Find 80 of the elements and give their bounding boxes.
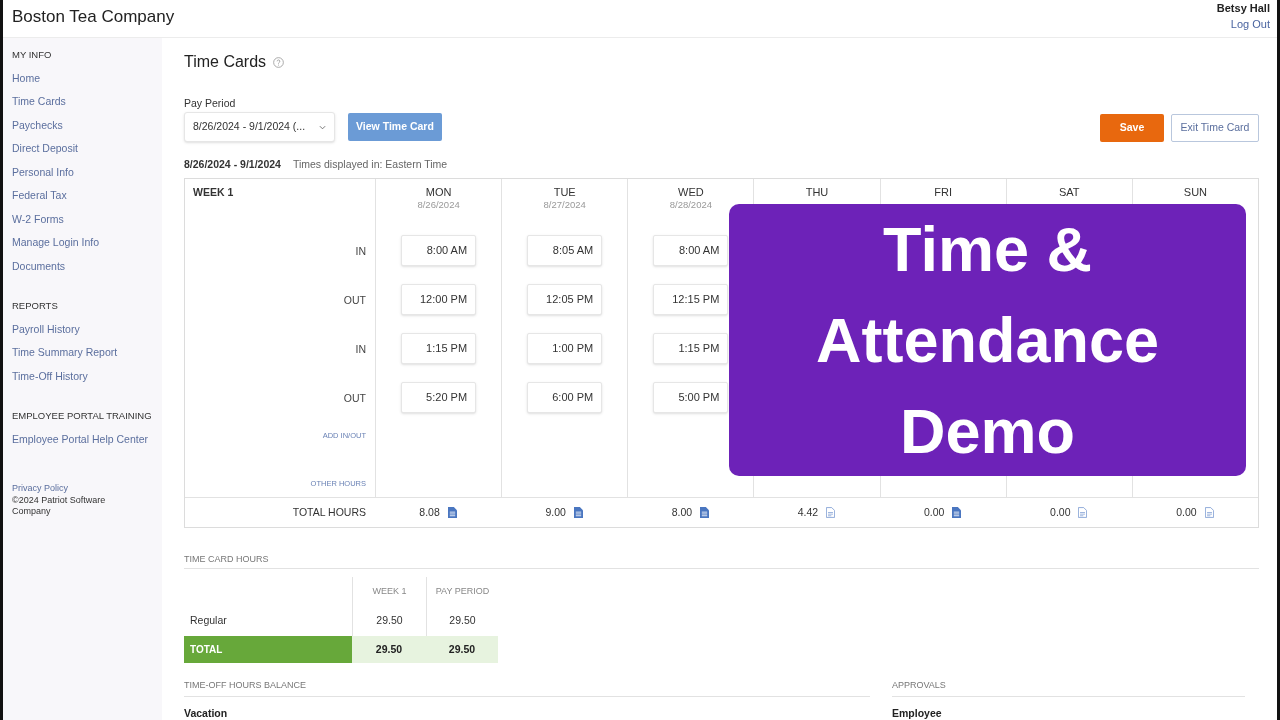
section-heading: EMPLOYEE PORTAL TRAINING	[12, 409, 152, 423]
hours-value: 29.50	[376, 613, 403, 629]
row-label: Regular	[190, 613, 227, 629]
week-label: WEEK 1	[193, 186, 234, 199]
time-field[interactable]: 8:00 AM	[653, 235, 729, 266]
day-total: 8.00	[671, 504, 693, 520]
day-date: 8/26/2024	[417, 199, 460, 211]
column-header: PAY PERIOD	[435, 584, 490, 598]
time-field[interactable]: 12:00 PM	[401, 284, 477, 315]
chevron-down-icon	[319, 124, 326, 130]
section-heading: REPORTS	[12, 299, 58, 313]
exit-time-card-button[interactable]: Exit Time Card	[1171, 114, 1259, 142]
day-date: 8/28/2024	[669, 199, 712, 211]
time-field[interactable]: 1:00 PM	[527, 333, 603, 364]
sidebar-link[interactable]: Direct Deposit	[12, 137, 78, 161]
day-total: 0.00	[1050, 504, 1071, 520]
total-row-label: TOTAL	[184, 636, 352, 663]
time-field[interactable]: 5:20 PM	[401, 382, 477, 413]
row-label: OUT	[343, 391, 366, 407]
day-name: THU	[805, 186, 829, 199]
day-name: MON	[425, 186, 452, 199]
sidebar-link[interactable]: Documents	[12, 254, 66, 278]
sidebar-link[interactable]: W-2 Forms	[12, 207, 64, 231]
date-range: 8/26/2024 - 9/1/2024	[184, 157, 281, 173]
day-name: SAT	[1059, 186, 1080, 199]
overlay-title: Time & Attendance Demo	[814, 212, 1161, 468]
section-heading: MY INFO	[12, 48, 52, 62]
time-field[interactable]: 8:00 AM	[401, 235, 477, 266]
hours-value: 29.50	[449, 613, 476, 629]
pay-period-select[interactable]: 8/26/2024 - 9/1/2024 (...	[184, 112, 335, 142]
page-title: Time Cards	[184, 52, 267, 72]
day-name: FRI	[934, 186, 952, 199]
time-field[interactable]: 12:15 PM	[653, 284, 729, 315]
save-button[interactable]: Save	[1100, 114, 1164, 142]
time-field[interactable]: 6:00 PM	[527, 382, 603, 413]
section-heading: APPROVALS	[892, 679, 946, 691]
row-label: IN	[355, 244, 366, 260]
sidebar-link[interactable]: Payroll History	[12, 317, 80, 341]
copyright-text: ©2024 Patriot Software Company	[12, 495, 107, 517]
sidebar-link[interactable]: Time Summary Report	[12, 341, 118, 365]
day-date: 8/27/2024	[543, 199, 586, 211]
sidebar-link[interactable]: Federal Tax	[12, 184, 67, 208]
section-heading: TIME-OFF HOURS BALANCE	[184, 679, 306, 691]
day-total: 8.08	[419, 504, 440, 520]
help-icon	[273, 56, 285, 68]
day-total: 4.42	[797, 504, 819, 520]
company-name: Boston Tea Company	[12, 6, 175, 28]
time-field[interactable]: 8:05 AM	[527, 235, 603, 266]
total-cell: 29.50	[426, 636, 498, 663]
user-name: Betsy Hall	[1216, 1, 1270, 15]
sidebar-link[interactable]: Time-Off History	[12, 364, 88, 388]
time-field[interactable]: 1:15 PM	[401, 333, 477, 364]
day-name: SUN	[1183, 186, 1208, 199]
day-total: 9.00	[545, 504, 566, 520]
sidebar-link[interactable]: Personal Info	[12, 160, 74, 184]
day-total: 0.00	[1176, 504, 1197, 520]
day-total: 0.00	[923, 504, 945, 520]
item-label: Employee	[892, 707, 942, 720]
column-header: WEEK 1	[372, 584, 407, 598]
field-label: Pay Period	[184, 96, 236, 110]
row-label: OUT	[343, 293, 366, 309]
day-name: TUE	[553, 186, 576, 199]
timezone-note: Times displayed in: Eastern Time	[292, 157, 448, 173]
sidebar-link[interactable]: Manage Login Info	[12, 231, 99, 255]
day-name: WED	[678, 186, 704, 199]
item-label: Vacation	[184, 707, 228, 720]
time-field[interactable]: 12:05 PM	[527, 284, 603, 315]
time-field[interactable]: 5:00 PM	[653, 382, 729, 413]
view-time-card-button[interactable]: View Time Card	[348, 113, 442, 141]
sidebar-link[interactable]: Paychecks	[12, 113, 63, 137]
row-label: IN	[355, 342, 366, 358]
sidebar-link[interactable]: Time Cards	[12, 90, 66, 114]
total-hours-label: TOTAL HOURS	[292, 504, 366, 520]
privacy-policy-link[interactable]: Privacy Policy	[12, 483, 68, 494]
section-heading: TIME CARD HOURS	[184, 553, 269, 565]
sidebar-link[interactable]: Home	[12, 66, 40, 90]
sidebar-link[interactable]: Employee Portal Help Center	[12, 427, 148, 451]
time-field[interactable]: 1:15 PM	[653, 333, 729, 364]
log-out-link[interactable]: Log Out	[1230, 17, 1270, 31]
total-cell: 29.50	[352, 636, 426, 663]
